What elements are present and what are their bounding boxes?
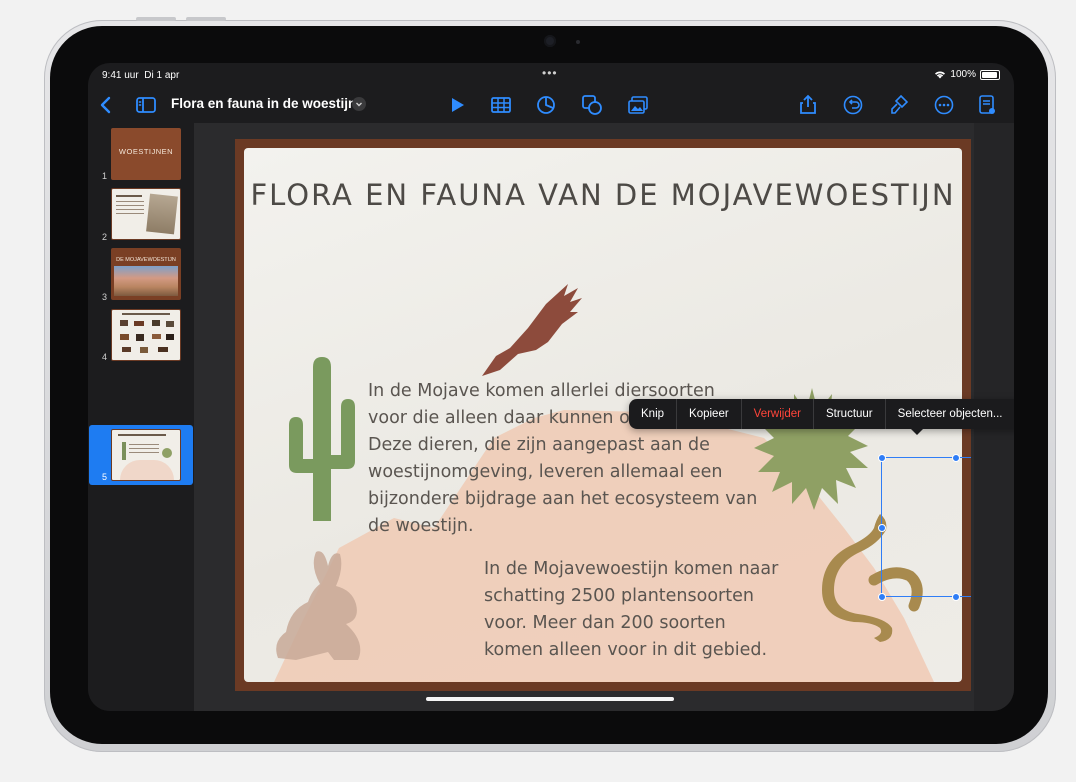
- slide-thumbnail-label: DE MOJAVEWOESTIJN: [116, 257, 176, 263]
- title-menu-chevron-icon[interactable]: [352, 97, 366, 111]
- slide-thumbnail-3[interactable]: DE MOJAVEWOESTIJN: [111, 248, 181, 300]
- agave-plant-icon[interactable]: [740, 376, 885, 516]
- screen: 9:41 uur Di 1 apr ••• 100% Flora en faun…: [88, 63, 1014, 711]
- slide-thumbnail-4[interactable]: [111, 309, 181, 361]
- menu-pointer: [911, 429, 923, 435]
- text-line: In de Mojavewoestijn komen naar: [484, 559, 779, 579]
- wifi-icon: [935, 71, 946, 79]
- cactus-icon[interactable]: [285, 355, 361, 523]
- resize-handle[interactable]: [952, 593, 960, 601]
- resize-handle[interactable]: [878, 593, 886, 601]
- undo-icon[interactable]: [841, 93, 865, 117]
- canvas: FLORA EN FAUNA VAN DE MOJAVEWOESTIJN In …: [194, 123, 1014, 711]
- slide-number: 1: [102, 171, 108, 181]
- selection-box[interactable]: [878, 454, 971, 601]
- slide-number: 3: [102, 292, 108, 302]
- context-menu: Knip Kopieer Verwijder Structuur Selecte…: [629, 399, 1014, 435]
- text-line: de woestijn.: [368, 516, 474, 536]
- menu-item-cut[interactable]: Knip: [629, 399, 678, 429]
- document-icon[interactable]: [975, 93, 999, 117]
- canvas-area: FLORA EN FAUNA VAN DE MOJAVEWOESTIJN In …: [194, 123, 1014, 711]
- multitasking-dots-icon[interactable]: •••: [542, 66, 558, 80]
- slide-title[interactable]: FLORA EN FAUNA VAN DE MOJAVEWOESTIJN: [244, 178, 962, 212]
- text-line: komen alleen voor in dit gebied.: [484, 640, 768, 660]
- table-icon[interactable]: [489, 93, 513, 117]
- back-chevron-icon[interactable]: [94, 93, 118, 117]
- resize-handle[interactable]: [878, 454, 886, 462]
- resize-handle[interactable]: [878, 524, 886, 532]
- battery-percent: 100%: [950, 69, 976, 80]
- text-line: voor. Meer dan 200 soorten: [484, 613, 726, 633]
- battery-icon: [980, 69, 1000, 80]
- more-icon[interactable]: [932, 93, 956, 117]
- text-line: schatting 2500 plantensoorten: [484, 586, 754, 606]
- status-right: 100%: [934, 69, 1000, 80]
- menu-item-copy[interactable]: Kopieer: [677, 399, 742, 429]
- status-bar: 9:41 uur Di 1 apr ••• 100%: [88, 63, 1014, 85]
- volume-button: [136, 17, 176, 21]
- slide-number: 2: [102, 232, 108, 242]
- chart-icon[interactable]: [534, 93, 558, 117]
- home-indicator[interactable]: [426, 697, 674, 701]
- format-brush-icon[interactable]: [887, 93, 911, 117]
- resize-handle[interactable]: [952, 454, 960, 462]
- share-icon[interactable]: [796, 93, 820, 117]
- document-title[interactable]: Flora en fauna in de woestijn: [171, 96, 356, 111]
- text-line: Deze dieren, die zijn aangepast aan de: [368, 435, 710, 455]
- menu-item-arrange[interactable]: Structuur: [814, 399, 886, 429]
- shape-icon[interactable]: [580, 93, 604, 117]
- play-icon[interactable]: [445, 93, 469, 117]
- menu-item-delete[interactable]: Verwijder: [742, 399, 814, 429]
- slide-thumbnail-label: WOESTIJNEN: [118, 147, 174, 156]
- slide-navigator: WOESTIJNEN 1 2 DE MOJAVEWOESTIJN 3 4 5: [88, 123, 194, 711]
- slide-thumbnail-2[interactable]: [111, 188, 181, 240]
- slide-number: 5: [102, 472, 108, 482]
- media-icon[interactable]: [626, 93, 650, 117]
- text-box-plants[interactable]: In de Mojavewoestijn komen naar schattin…: [484, 556, 778, 664]
- menu-item-select-objects[interactable]: Selecteer objecten...: [886, 399, 1014, 429]
- slide-number: 4: [102, 352, 108, 362]
- sidebar-icon[interactable]: [134, 93, 158, 117]
- text-line: bijzondere bijdrage aan het ecosysteem v…: [368, 489, 758, 509]
- rabbit-icon[interactable]: [270, 546, 380, 664]
- slide-thumbnail-5[interactable]: [111, 429, 181, 481]
- text-line: woestijnomgeving, leveren allemaal een: [368, 462, 723, 482]
- toolbar: Flora en fauna in de woestijn: [88, 87, 1014, 123]
- slide-thumbnail-1[interactable]: WOESTIJNEN: [111, 128, 181, 180]
- eagle-icon[interactable]: [478, 278, 588, 388]
- status-time: 9:41 uur Di 1 apr: [102, 70, 180, 81]
- camera-icon: [544, 35, 556, 47]
- volume-button: [186, 17, 226, 21]
- sensor-dot: [576, 40, 580, 44]
